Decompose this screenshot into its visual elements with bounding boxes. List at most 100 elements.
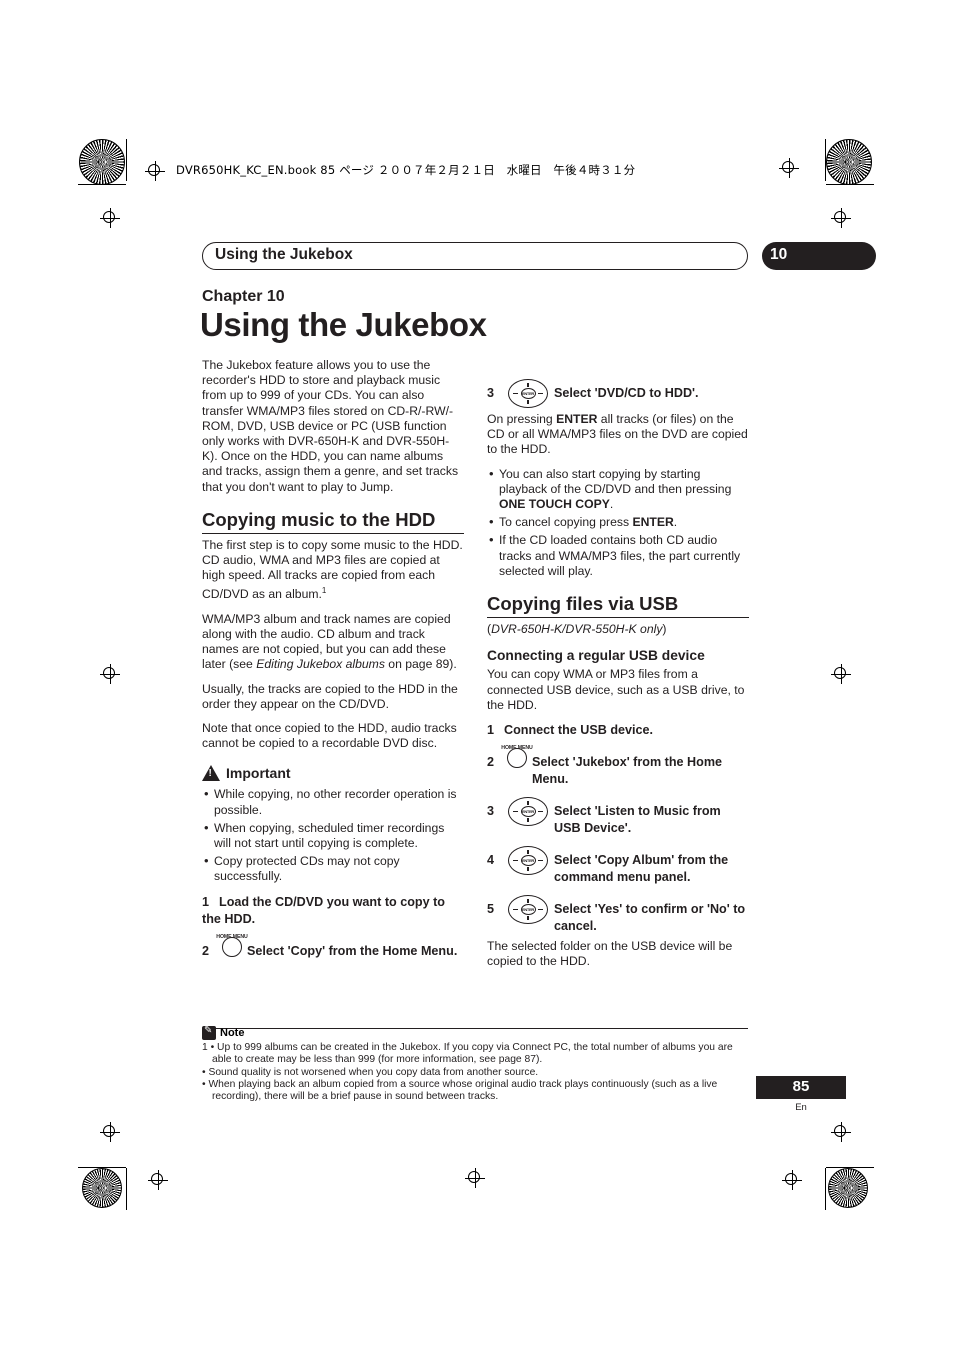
crop-line-top-left-h xyxy=(78,184,126,185)
keyword-one-touch-copy: ONE TOUCH COPY xyxy=(499,497,610,512)
crop-mark-bottom-center xyxy=(465,1168,485,1188)
crop-mark-left-middle xyxy=(100,664,120,684)
right-column: 3 ENTER Select 'DVD/CD to HDD'. On press… xyxy=(487,370,749,978)
note-line-2: • Sound quality is not worsened when you… xyxy=(202,1066,539,1078)
enter-button-icon: ENTER xyxy=(508,895,548,925)
step-select-jukebox: 2 HOME MENU Select 'Jukebox' from the Ho… xyxy=(487,745,749,788)
crop-line-bottom-left-h xyxy=(78,1167,126,1168)
note-label: Note xyxy=(220,1027,245,1039)
paragraph-no-dvd-copy: Note that once copied to the HDD, audio … xyxy=(202,720,457,751)
keyword-enter: ENTER xyxy=(556,412,598,426)
crop-mark-right-lower xyxy=(831,1122,851,1142)
enter-icon-label: ENTER xyxy=(520,904,536,916)
step-text: Select 'DVD/CD to HDD'. xyxy=(554,386,699,400)
footnote-ref-1: 1 xyxy=(321,586,327,596)
crop-mark-bottom-left xyxy=(148,1170,168,1190)
crop-line-top-right-h xyxy=(826,184,874,185)
crop-mark-top-right xyxy=(779,158,799,178)
step-select-copy-album: 4 ENTER Select 'Copy Album' from the com… xyxy=(487,846,749,886)
crop-mark-left-upper xyxy=(100,208,120,228)
list-item-text-b: . xyxy=(609,497,614,512)
step-number: 1 xyxy=(487,723,495,738)
step-number: 5 xyxy=(487,902,495,917)
section-heading-copying-music: Copying music to the HDD xyxy=(202,509,464,534)
important-bullet-list: While copying, no other recorder operati… xyxy=(202,786,464,884)
step-load-disc: 1 Load the CD/DVD you want to copy to the… xyxy=(202,894,464,928)
registration-starburst-bottom-right xyxy=(828,1168,868,1208)
home-menu-button-icon: HOME MENU xyxy=(501,745,533,769)
step-number: 1 xyxy=(202,894,210,909)
step-connect-usb: 1 Connect the USB device. xyxy=(487,722,749,739)
step-select-listen-usb: 3 ENTER Select 'Listen to Music from USB… xyxy=(487,797,749,837)
list-item-text-a: You can also start copying by starting p… xyxy=(499,466,732,496)
crop-line-bottom-right-h xyxy=(826,1167,874,1168)
step-text: Connect the USB device. xyxy=(504,723,654,738)
note-divider xyxy=(202,1028,748,1029)
step-text: Select 'Copy' from the Home Menu. xyxy=(247,943,458,958)
list-item: To cancel copying press ENTER. xyxy=(487,514,749,530)
registration-starburst-bottom-left xyxy=(82,1168,122,1208)
registration-starburst-top-right xyxy=(826,139,872,185)
left-column: The Jukebox feature allows you to use th… xyxy=(202,358,464,964)
list-item: When copying, scheduled timer recordings… xyxy=(202,820,464,851)
models-line-text: DVR-650H-K/DVR-550H-K only xyxy=(491,622,663,637)
crop-mark-bottom-right xyxy=(782,1170,802,1190)
home-menu-icon-label: HOME MENU xyxy=(501,745,533,752)
list-item: Copy protected CDs may not copy successf… xyxy=(202,853,464,884)
subsection-heading-connecting-usb: Connecting a regular USB device xyxy=(487,648,705,664)
crop-line-bottom-right-v xyxy=(825,1168,826,1210)
note-line-3: • When playing back an album copied from… xyxy=(202,1078,718,1103)
running-head-title: Using the Jukebox xyxy=(215,246,353,263)
enter-icon-label: ENTER xyxy=(520,855,536,867)
note-body: 1 • Up to 999 albums can be created in t… xyxy=(202,1042,750,1103)
note-heading: Note xyxy=(202,1025,245,1040)
step-select-copy: 2 HOME MENU Select 'Copy' from the Home … xyxy=(202,934,464,960)
enter-button-icon: ENTER xyxy=(508,846,548,876)
step-text: Select 'Listen to Music from USB Device'… xyxy=(554,804,721,836)
crop-line-top-left-v xyxy=(126,139,127,181)
note-line-1: 1 • Up to 999 albums can be created in t… xyxy=(202,1042,733,1066)
crop-mark-top-left xyxy=(145,161,165,181)
list-item-text-b: . xyxy=(673,515,678,530)
step-confirm-yes-no: 5 ENTER Select 'Yes' to confirm or 'No' … xyxy=(487,895,749,935)
note-pencil-icon xyxy=(202,1025,216,1040)
crop-mark-left-lower xyxy=(100,1122,120,1142)
crop-line-bottom-left-v xyxy=(126,1168,127,1210)
paragraph-selected-folder: The selected folder on the USB device wi… xyxy=(487,939,733,969)
paragraph-track-order: Usually, the tracks are copied to the HD… xyxy=(202,681,458,711)
paragraph-usb-copy: You can copy WMA or MP3 files from a con… xyxy=(487,667,745,712)
page-language-code: En xyxy=(795,1102,807,1113)
models-line: (DVR-650H-K/DVR-550H-K only) xyxy=(487,622,667,637)
crop-mark-right-middle xyxy=(831,664,851,684)
intro-paragraph: The Jukebox feature allows you to use th… xyxy=(202,358,459,494)
paragraph-first-step-text: The first step is to copy some music to … xyxy=(202,537,463,602)
enter-icon-label: ENTER xyxy=(520,388,536,399)
keyword-enter-cancel: ENTER xyxy=(632,515,674,530)
home-menu-icon-label: HOME MENU xyxy=(216,933,248,940)
enter-button-icon: ENTER xyxy=(508,379,548,408)
step-text: Select 'Copy Album' from the command men… xyxy=(554,853,729,885)
crop-line-top-right-v xyxy=(825,139,826,181)
list-item-text-a: If the CD loaded contains both CD audio … xyxy=(499,533,741,578)
step-text: Load the CD/DVD you want to copy to the … xyxy=(202,894,445,926)
chapter-label: Chapter 10 xyxy=(202,288,285,305)
step-number: 3 xyxy=(487,386,495,400)
important-heading: Important xyxy=(202,764,464,782)
paragraph-on-pressing-enter-a: On pressing xyxy=(487,412,557,426)
section-heading-copying-usb: Copying files via USB xyxy=(487,593,749,619)
home-menu-button-icon: HOME MENU xyxy=(216,934,248,957)
paragraph-track-names-b: on page 89). xyxy=(384,657,457,672)
paragraph-first-step: The first step is to copy some music to … xyxy=(202,538,464,603)
list-item: You can also start copying by starting p… xyxy=(487,466,749,513)
page-title: Using the Jukebox xyxy=(200,306,487,343)
step-number: 3 xyxy=(487,804,495,819)
page-number: 85 xyxy=(792,1078,810,1095)
list-item: If the CD loaded contains both CD audio … xyxy=(487,532,749,579)
book-file-header: DVR650HK_KC_EN.book 85 ページ ２００７年２月２１日 水曜… xyxy=(176,163,636,177)
important-label: Important xyxy=(226,764,291,781)
cross-reference-editing-jukebox-albums: Editing Jukebox albums xyxy=(256,657,385,672)
step-text: Select 'Yes' to confirm or 'No' to cance… xyxy=(554,902,746,934)
list-item-text-a: To cancel copying press xyxy=(499,515,633,530)
list-item: While copying, no other recorder operati… xyxy=(202,786,464,817)
step-select-dvdcd-to-hdd: 3 ENTER Select 'DVD/CD to HDD'. xyxy=(487,379,749,408)
